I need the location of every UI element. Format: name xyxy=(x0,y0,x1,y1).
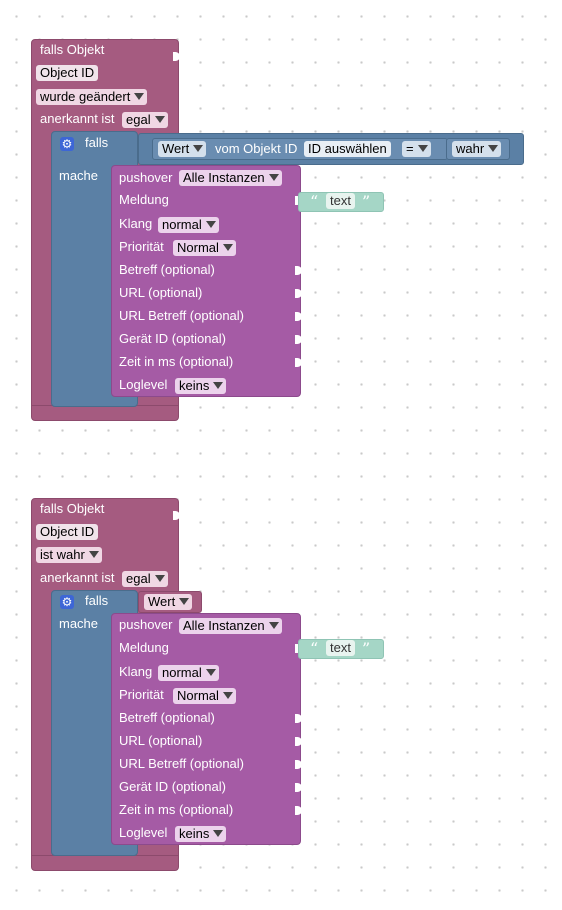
chevron-down-icon xyxy=(268,622,279,629)
if-label: falls xyxy=(85,593,109,608)
operator-dropdown[interactable]: = xyxy=(402,141,431,157)
priority-dropdown[interactable]: Normal xyxy=(173,688,236,704)
object-select-field[interactable]: ID auswählen xyxy=(304,141,391,157)
time-label: Zeit in ms (optional) xyxy=(119,802,234,817)
trigger-block-footer xyxy=(31,855,179,871)
pushover-label: pushover xyxy=(119,170,173,185)
priority-value: Normal xyxy=(177,240,219,255)
trigger-title: falls Objekt xyxy=(40,501,105,516)
loglevel-label: Loglevel xyxy=(119,825,168,840)
do-label: mache xyxy=(59,616,99,631)
ack-value: egal xyxy=(126,112,151,127)
ack-label: anerkannt ist xyxy=(40,111,115,126)
ack-dropdown[interactable]: egal xyxy=(122,112,168,128)
object-id-field[interactable]: Object ID xyxy=(36,524,99,540)
open-quote-icon: “ xyxy=(310,192,319,211)
trigger-condition-value: ist wahr xyxy=(40,547,85,562)
chevron-down-icon xyxy=(213,382,224,389)
open-quote-icon: “ xyxy=(310,639,319,658)
chevron-down-icon xyxy=(488,145,499,152)
url-label: URL (optional) xyxy=(119,285,203,300)
object-id-field[interactable]: Object ID xyxy=(36,65,99,81)
url-label: URL (optional) xyxy=(119,733,203,748)
text-field[interactable]: text xyxy=(326,640,355,656)
url-subject-label: URL Betreff (optional) xyxy=(119,308,245,323)
device-label: Gerät ID (optional) xyxy=(119,779,226,794)
ack-label: anerkannt ist xyxy=(40,570,115,585)
chevron-down-icon xyxy=(154,575,165,582)
value-dropdown[interactable]: Wert xyxy=(158,141,207,157)
time-label: Zeit in ms (optional) xyxy=(119,354,234,369)
loglevel-label: Loglevel xyxy=(119,377,168,392)
trigger-title: falls Objekt xyxy=(40,42,105,57)
chevron-down-icon xyxy=(205,669,216,676)
loglevel-dropdown[interactable]: keins xyxy=(175,378,227,394)
priority-label: Priorität xyxy=(119,687,164,702)
subject-label: Betreff (optional) xyxy=(119,262,215,277)
chevron-down-icon xyxy=(205,221,216,228)
device-label: Gerät ID (optional) xyxy=(119,331,226,346)
sound-value: normal xyxy=(162,665,202,680)
trigger-block-footer xyxy=(31,405,179,421)
of-object-label: vom Objekt ID xyxy=(215,141,298,156)
subject-label: Betreff (optional) xyxy=(119,710,215,725)
sound-label: Klang xyxy=(119,216,153,231)
chevron-down-icon xyxy=(193,145,204,152)
chevron-down-icon xyxy=(213,830,224,837)
operator-value: = xyxy=(406,141,414,156)
gear-icon[interactable]: ⚙ xyxy=(60,595,74,609)
priority-dropdown[interactable]: Normal xyxy=(173,240,236,256)
message-label: Meldung xyxy=(119,192,169,207)
compare-value-dropdown[interactable]: wahr xyxy=(452,141,502,157)
instance-dropdown[interactable]: Alle Instanzen xyxy=(179,170,282,186)
close-quote-icon: ” xyxy=(362,639,371,658)
ack-value: egal xyxy=(126,571,151,586)
chevron-down-icon xyxy=(134,93,145,100)
close-quote-icon: ” xyxy=(362,192,371,211)
instance-dropdown[interactable]: Alle Instanzen xyxy=(179,618,282,634)
sound-label: Klang xyxy=(119,664,153,679)
url-subject-label: URL Betreff (optional) xyxy=(119,756,245,771)
priority-label: Priorität xyxy=(119,239,164,254)
instance-value: Alle Instanzen xyxy=(183,170,265,185)
loglevel-value: keins xyxy=(179,378,210,393)
sound-value: normal xyxy=(162,217,202,232)
trigger-condition-dropdown[interactable]: wurde geändert xyxy=(36,89,148,105)
chevron-down-icon xyxy=(154,116,165,123)
value-dropdown-value: Wert xyxy=(162,141,190,156)
gear-icon[interactable]: ⚙ xyxy=(60,137,74,151)
trigger-condition-value: wurde geändert xyxy=(40,89,131,104)
loglevel-dropdown[interactable]: keins xyxy=(175,826,227,842)
priority-value: Normal xyxy=(177,688,219,703)
sound-dropdown[interactable]: normal xyxy=(158,217,219,233)
chevron-down-icon xyxy=(417,145,428,152)
value-dropdown-value: Wert xyxy=(148,594,176,609)
text-field[interactable]: text xyxy=(326,193,355,209)
chevron-down-icon xyxy=(222,244,233,251)
compare-value: wahr xyxy=(456,141,485,156)
chevron-down-icon xyxy=(88,551,99,558)
sound-dropdown[interactable]: normal xyxy=(158,665,219,681)
chevron-down-icon xyxy=(268,174,279,181)
do-label: mache xyxy=(59,168,99,183)
ack-dropdown[interactable]: egal xyxy=(122,571,168,587)
loglevel-value: keins xyxy=(179,826,210,841)
message-label: Meldung xyxy=(119,640,169,655)
if-label: falls xyxy=(85,135,109,150)
chevron-down-icon xyxy=(179,598,190,605)
instance-value: Alle Instanzen xyxy=(183,618,265,633)
value-dropdown[interactable]: Wert xyxy=(144,594,193,610)
pushover-label: pushover xyxy=(119,617,173,632)
chevron-down-icon xyxy=(222,692,233,699)
trigger-condition-dropdown[interactable]: ist wahr xyxy=(36,547,102,563)
